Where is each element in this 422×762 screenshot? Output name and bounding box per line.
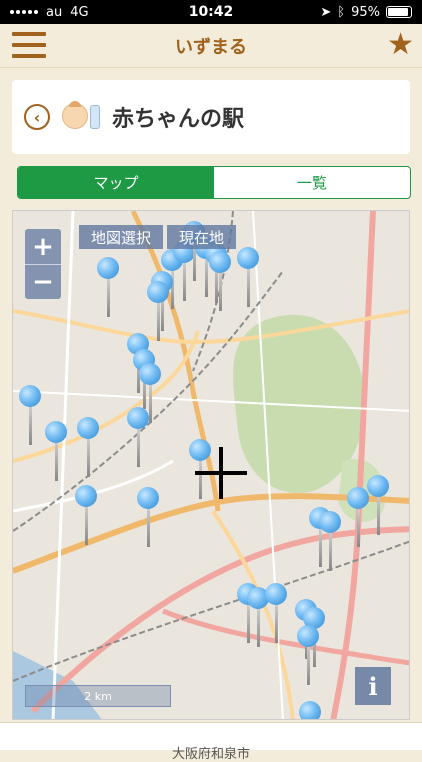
page-header: ‹ 赤ちゃんの駅 — [12, 80, 410, 154]
map-pin[interactable] — [367, 475, 389, 537]
signal-icon — [10, 10, 38, 14]
map-pin[interactable] — [137, 487, 159, 549]
location-icon: ➤ — [320, 4, 332, 20]
map-pin[interactable] — [75, 485, 97, 547]
footer: 大阪府和泉市 — [0, 722, 422, 762]
back-button[interactable]: ‹ — [24, 104, 50, 130]
battery-icon — [386, 6, 412, 18]
scale-bar: 2 km — [25, 685, 171, 707]
zoom-control: + − — [25, 229, 61, 299]
info-button[interactable]: i — [355, 667, 391, 705]
zoom-in-button[interactable]: + — [25, 229, 61, 264]
battery-percent: 95% — [351, 4, 380, 20]
tab-list[interactable]: 一覧 — [214, 167, 410, 198]
baby-icon — [62, 101, 104, 133]
tab-map[interactable]: マップ — [18, 167, 214, 198]
map-pin[interactable] — [77, 417, 99, 479]
map-pin[interactable] — [127, 407, 149, 469]
map-select-button[interactable]: 地図選択 — [79, 225, 164, 249]
carrier-label: au — [46, 4, 63, 20]
nav-bar: いずまる ★ — [0, 24, 422, 68]
map-pin[interactable] — [319, 511, 341, 573]
map-pin[interactable] — [97, 257, 119, 319]
map-pin[interactable] — [19, 385, 41, 447]
map-pin[interactable] — [209, 251, 231, 313]
view-toggle: マップ 一覧 — [17, 166, 411, 199]
current-location-button[interactable]: 現在地 — [167, 225, 237, 249]
map-pin[interactable] — [237, 247, 259, 309]
map-pin[interactable] — [297, 625, 319, 687]
zoom-out-button[interactable]: − — [25, 264, 61, 299]
app-title: いずまる — [175, 36, 247, 58]
bluetooth-icon: ᛒ — [337, 4, 346, 20]
map-pin[interactable] — [265, 583, 287, 645]
map-pin[interactable] — [299, 701, 321, 719]
map-pin[interactable] — [45, 421, 67, 483]
map-buttons: 地図選択 現在地 — [79, 225, 237, 249]
map-pin[interactable] — [147, 281, 169, 343]
star-icon[interactable]: ★ — [387, 28, 414, 62]
menu-icon[interactable] — [12, 32, 46, 58]
page-title: 赤ちゃんの駅 — [112, 107, 245, 132]
map-pin[interactable] — [347, 487, 369, 549]
map-view[interactable]: + − 地図選択 現在地 2 km i — [12, 210, 410, 720]
footer-text: 大阪府和泉市 — [171, 747, 250, 762]
crosshair-icon — [195, 447, 247, 499]
status-bar: au 4G 10:42 ➤ ᛒ 95% — [0, 0, 422, 24]
network-label: 4G — [70, 4, 89, 20]
